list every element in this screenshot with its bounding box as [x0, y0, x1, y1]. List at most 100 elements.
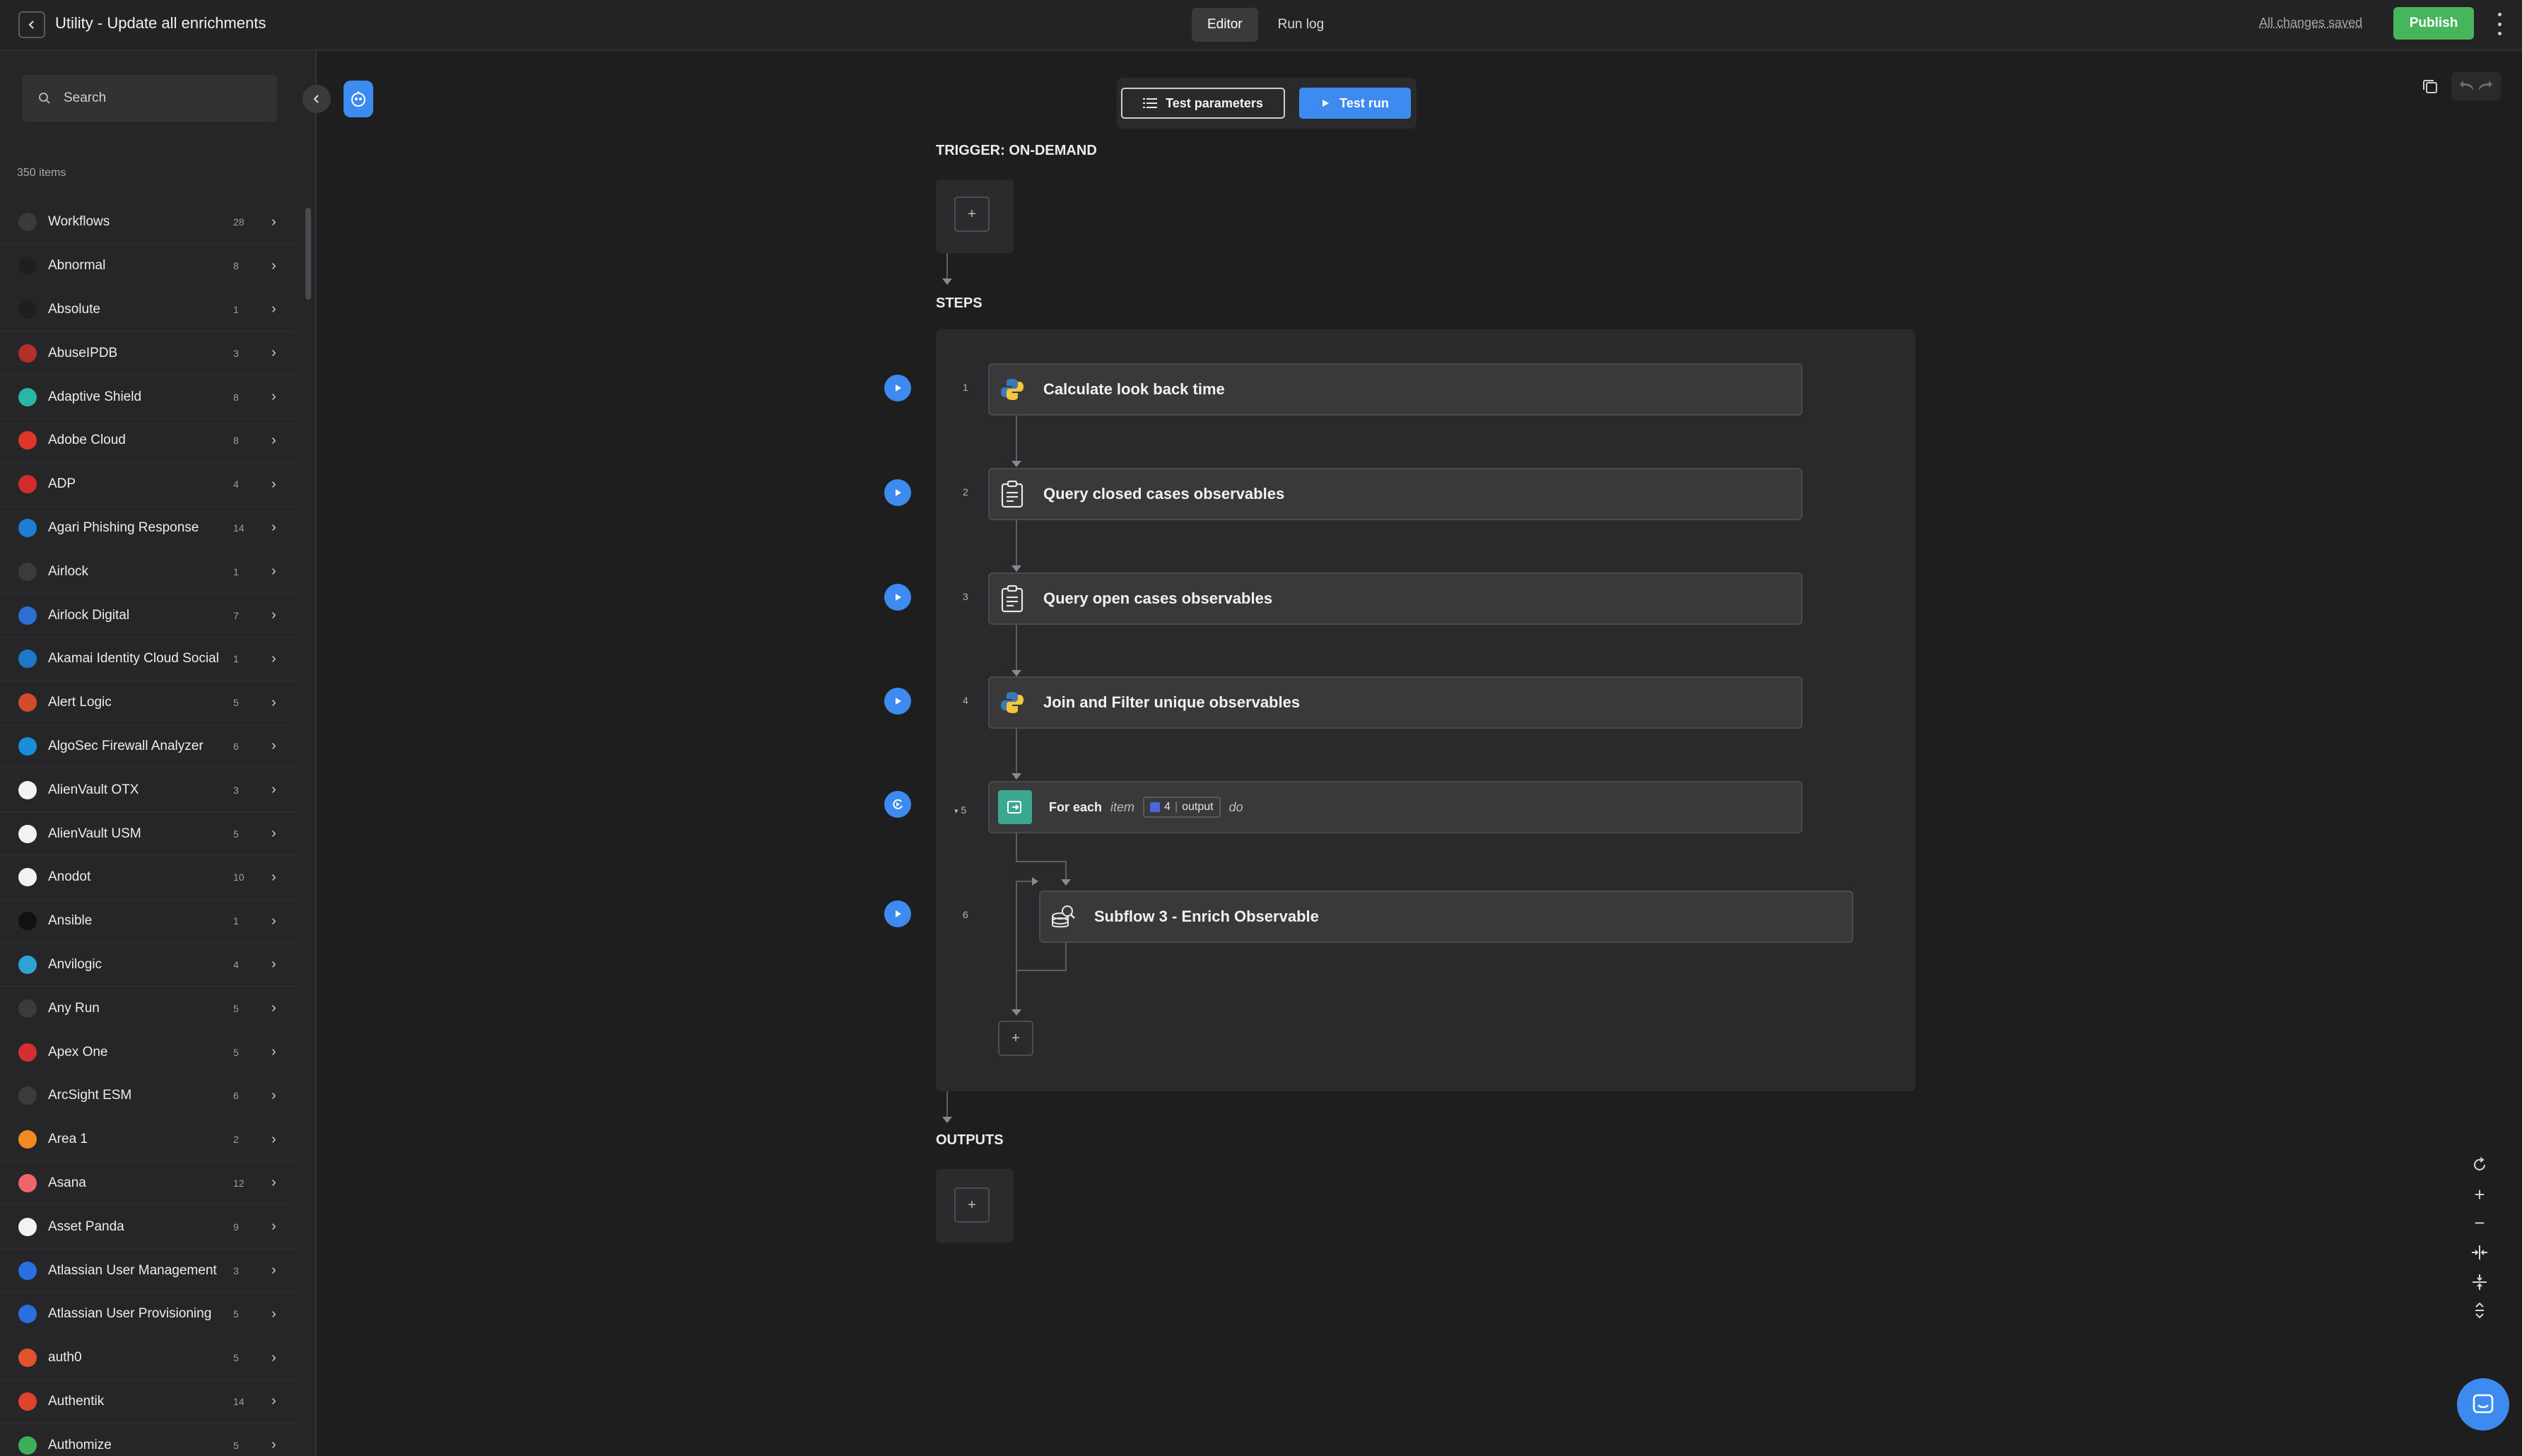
back-button[interactable] — [18, 11, 45, 38]
chevron-right-icon[interactable]: › — [271, 956, 276, 973]
sidebar-scrollbar[interactable] — [305, 208, 311, 300]
sidebar-item[interactable]: Anvilogic 4 › — [0, 944, 297, 987]
step-card-3[interactable]: Query open cases observables — [988, 573, 1802, 625]
run-loop-button[interactable] — [884, 791, 911, 818]
chevron-right-icon[interactable]: › — [271, 869, 276, 886]
fit-width-icon[interactable] — [2467, 1240, 2492, 1265]
sidebar-item[interactable]: Atlassian User Provisioning 5 › — [0, 1293, 297, 1337]
test-parameters-button[interactable]: Test parameters — [1121, 88, 1285, 119]
redo-icon[interactable] — [2476, 79, 2493, 93]
sidebar-item[interactable]: Atlassian User Management 3 › — [0, 1249, 297, 1293]
sidebar-item[interactable]: Abnormal 8 › — [0, 245, 297, 288]
reset-view-icon[interactable] — [2467, 1152, 2492, 1178]
sidebar-item[interactable]: Adaptive Shield 8 › — [0, 375, 297, 419]
chevron-right-icon[interactable]: › — [271, 826, 276, 842]
chevron-right-icon[interactable]: › — [271, 695, 276, 711]
chevron-right-icon[interactable]: › — [271, 1132, 276, 1148]
sidebar-item[interactable]: AbuseIPDB 3 › — [0, 331, 297, 376]
add-trigger-button[interactable]: + — [954, 196, 990, 232]
undo-icon[interactable] — [2459, 79, 2476, 93]
chevron-right-icon[interactable]: › — [271, 345, 276, 361]
chevron-right-icon[interactable]: › — [271, 1306, 276, 1322]
sidebar-item[interactable]: Anodot 10 › — [0, 856, 297, 900]
collapse-sidebar-button[interactable] — [303, 85, 331, 113]
chevron-right-icon[interactable]: › — [271, 651, 276, 667]
chevron-right-icon[interactable]: › — [271, 1000, 276, 1016]
sidebar-item-label: Workflows — [48, 214, 110, 230]
sidebar-item[interactable]: Alert Logic 5 › — [0, 681, 297, 725]
chevron-right-icon[interactable]: › — [271, 607, 276, 623]
run-step-4-button[interactable] — [884, 688, 911, 715]
chevron-right-icon[interactable]: › — [271, 214, 276, 230]
sidebar-item[interactable]: Absolute 1 › — [0, 288, 297, 332]
sidebar-item[interactable]: Authomize 5 › — [0, 1423, 297, 1456]
tab-run-log[interactable]: Run log — [1262, 8, 1340, 42]
tab-editor[interactable]: Editor — [1192, 8, 1258, 42]
add-step-button[interactable]: + — [998, 1021, 1033, 1056]
step-card-5[interactable]: For each item 4 | output do — [988, 781, 1802, 833]
sidebar-item[interactable]: Any Run 5 › — [0, 987, 297, 1031]
copy-icon[interactable] — [2416, 72, 2444, 100]
sidebar-item[interactable]: ADP 4 › — [0, 463, 297, 507]
add-output-button[interactable]: + — [954, 1187, 990, 1223]
chevron-right-icon[interactable]: › — [271, 476, 276, 493]
chevron-right-icon[interactable]: › — [271, 258, 276, 274]
sidebar-item[interactable]: Workflows 28 › — [0, 201, 297, 245]
arrow-down-icon — [1011, 565, 1021, 572]
workflow-title[interactable]: Utility - Update all enrichments — [55, 14, 266, 33]
step-card-4[interactable]: Join and Filter unique observables — [988, 676, 1802, 729]
sidebar-item[interactable]: AlienVault OTX 3 › — [0, 768, 297, 813]
sidebar-item[interactable]: AlgoSec Firewall Analyzer 6 › — [0, 725, 297, 769]
more-options-icon[interactable] — [2491, 10, 2508, 38]
sidebar-item[interactable]: Apex One 5 › — [0, 1031, 297, 1074]
chevron-right-icon[interactable]: › — [271, 782, 276, 798]
run-step-2-button[interactable] — [884, 479, 911, 506]
sidebar-item[interactable]: Airlock Digital 7 › — [0, 594, 297, 638]
chevron-right-icon[interactable]: › — [271, 738, 276, 754]
step-card-6[interactable]: Subflow 3 - Enrich Observable — [1039, 891, 1853, 943]
sidebar-item[interactable]: Akamai Identity Cloud Social 1 › — [0, 638, 297, 681]
sidebar-item[interactable]: Adobe Cloud 8 › — [0, 419, 297, 463]
chevron-right-icon[interactable]: › — [271, 389, 276, 405]
chevron-right-icon[interactable]: › — [271, 1088, 276, 1104]
zoom-out-icon[interactable]: − — [2467, 1210, 2492, 1235]
sidebar-item[interactable]: AlienVault USM 5 › — [0, 812, 297, 856]
sidebar-item[interactable]: Authentik 14 › — [0, 1380, 297, 1424]
sidebar-item[interactable]: Asset Panda 9 › — [0, 1205, 297, 1250]
expand-collapse-icon[interactable] — [2467, 1298, 2492, 1323]
chevron-right-icon[interactable]: › — [271, 1175, 276, 1191]
run-step-1-button[interactable] — [884, 375, 911, 401]
chevron-right-icon[interactable]: › — [271, 433, 276, 449]
chevron-right-icon[interactable]: › — [271, 913, 276, 929]
sidebar-item[interactable]: Ansible 1 › — [0, 900, 297, 944]
sidebar-item[interactable]: Area 1 2 › — [0, 1118, 297, 1162]
chevron-right-icon[interactable]: › — [271, 1219, 276, 1235]
search-input[interactable] — [64, 90, 262, 106]
run-step-6-button[interactable] — [884, 900, 911, 927]
fit-height-icon[interactable] — [2467, 1269, 2492, 1295]
publish-button[interactable]: Publish — [2393, 7, 2474, 40]
chevron-right-icon[interactable]: › — [271, 1262, 276, 1279]
run-step-3-button[interactable] — [884, 584, 911, 611]
support-chat-button[interactable] — [2457, 1378, 2509, 1431]
chevron-right-icon[interactable]: › — [271, 1044, 276, 1060]
chevron-right-icon[interactable]: › — [271, 563, 276, 580]
test-run-button[interactable]: Test run — [1299, 88, 1411, 119]
sidebar-item[interactable]: ArcSight ESM 6 › — [0, 1074, 297, 1118]
chevron-right-icon[interactable]: › — [271, 1393, 276, 1409]
loop-source-chip[interactable]: 4 | output — [1143, 797, 1221, 818]
sidebar-item[interactable]: Agari Phishing Response 14 › — [0, 507, 297, 551]
chevron-right-icon[interactable]: › — [271, 301, 276, 317]
chevron-right-icon[interactable]: › — [271, 519, 276, 536]
step-card-1[interactable]: Calculate look back time — [988, 363, 1802, 416]
sidebar-item[interactable]: Airlock 1 › — [0, 550, 297, 594]
sidebar-item[interactable]: Asana 12 › — [0, 1162, 297, 1206]
sidebar-item[interactable]: auth0 5 › — [0, 1337, 297, 1380]
chevron-right-icon[interactable]: › — [271, 1437, 276, 1453]
collapse-loop-toggle[interactable]: ▾ 5 — [954, 804, 966, 816]
step-card-2[interactable]: Query closed cases observables — [988, 468, 1802, 520]
zoom-in-icon[interactable]: + — [2467, 1182, 2492, 1207]
chevron-right-icon[interactable]: › — [271, 1350, 276, 1366]
assistant-bot-icon[interactable] — [344, 81, 373, 117]
step-ref-icon — [1150, 802, 1161, 812]
